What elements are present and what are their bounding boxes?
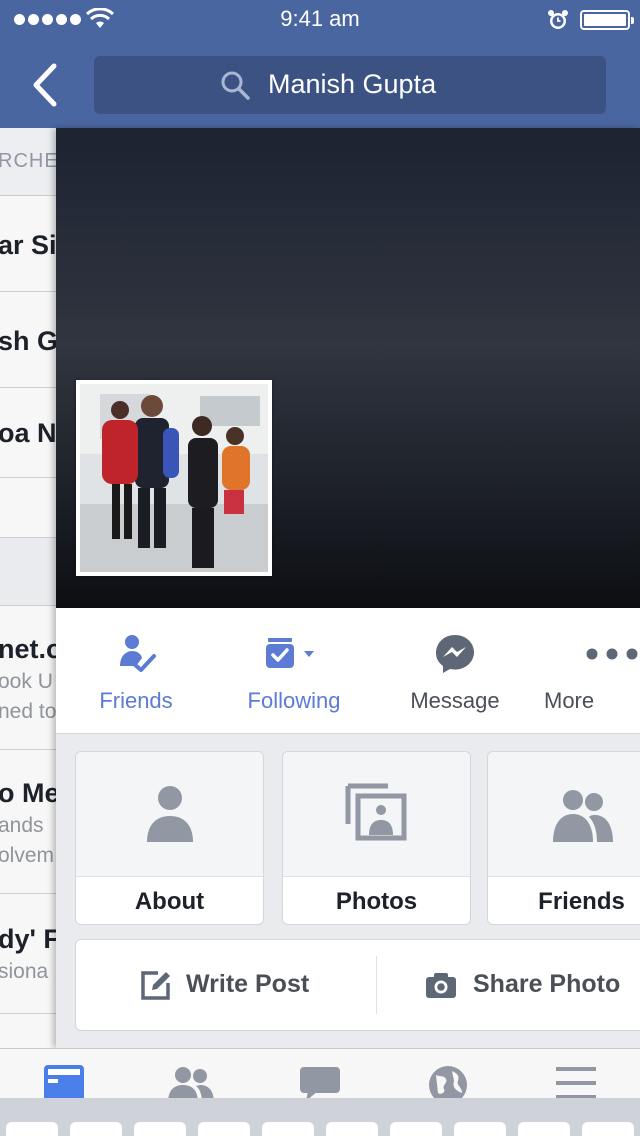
message-action-label: Message [410, 688, 500, 713]
profile-photo-image [80, 384, 268, 572]
keyboard-key[interactable] [518, 1122, 570, 1136]
message-action-button[interactable]: Message [375, 608, 535, 734]
list-item[interactable]: oa Na [0, 388, 56, 478]
search-icon [221, 71, 250, 100]
composer-bar: Write Post Share Photo [75, 939, 640, 1031]
about-card-label: About [134, 888, 205, 915]
news-feed-icon[interactable] [42, 1063, 86, 1098]
list-item[interactable]: sh G [0, 292, 56, 388]
friends-card[interactable]: Friends [487, 751, 640, 925]
list-section-header: RCHE [0, 128, 56, 196]
keyboard-edge [0, 1098, 640, 1136]
search-field[interactable]: Manish Gupta [94, 56, 606, 114]
friends-action-button[interactable]: Friends [56, 608, 216, 734]
status-bar: 9:41 am [0, 0, 640, 40]
keyboard-key[interactable] [262, 1122, 314, 1136]
alarm-clock-icon [548, 10, 568, 29]
more-dots-icon [586, 648, 638, 660]
photos-card-label: Photos [335, 888, 418, 915]
share-photo-label: Share Photo [473, 970, 621, 998]
back-chevron-icon[interactable] [26, 60, 66, 110]
list-item[interactable]: net.o ook U ned to [0, 606, 56, 750]
camera-icon [426, 973, 456, 998]
keyboard-key[interactable] [198, 1122, 250, 1136]
keyboard-key[interactable] [6, 1122, 58, 1136]
write-post-label: Write Post [186, 970, 310, 998]
photos-card[interactable]: Photos [282, 751, 471, 925]
keyboard-key[interactable] [326, 1122, 378, 1136]
top-bar: 9:41 am Manish Gupta [0, 0, 640, 128]
keyboard-key[interactable] [134, 1122, 186, 1136]
keyboard-key[interactable] [70, 1122, 122, 1136]
messages-icon[interactable] [298, 1063, 342, 1098]
more-action-button[interactable]: More [532, 608, 640, 734]
photos-icon [345, 783, 406, 841]
following-icon [266, 638, 314, 668]
search-input[interactable]: Manish Gupta [268, 69, 436, 100]
list-item[interactable] [0, 478, 56, 538]
following-action-button[interactable]: Following [214, 608, 374, 734]
profile-actions-bar: Friends Following Message More [56, 608, 640, 734]
list-item[interactable]: ar Si [0, 196, 56, 292]
person-icon [146, 786, 193, 842]
screen: 9:41 am Manish Gupta RCHE ar Si sh G oa … [0, 0, 640, 1136]
about-card[interactable]: About [75, 751, 264, 925]
friends-icon [552, 790, 613, 842]
keyboard-key[interactable] [454, 1122, 506, 1136]
write-post-button[interactable]: Write Post [76, 940, 376, 1030]
friends-card-label: Friends [538, 888, 625, 915]
list-section-separator [0, 538, 56, 606]
battery-icon [580, 10, 634, 30]
profile-picture[interactable] [76, 380, 272, 576]
friends-action-label: Friends [99, 688, 173, 713]
keyboard-key[interactable] [390, 1122, 442, 1136]
messenger-icon [436, 635, 474, 673]
write-post-icon [141, 971, 170, 1000]
notifications-globe-icon[interactable] [426, 1063, 470, 1098]
friend-requests-icon[interactable] [166, 1063, 216, 1098]
list-item[interactable]: o Me ands olvem [0, 750, 56, 894]
more-action-label: More [544, 688, 595, 713]
status-time: 9:41 am [280, 6, 360, 31]
search-results-list: RCHE ar Si sh G oa Na net.o ook U ned to… [0, 128, 56, 1048]
following-action-label: Following [247, 688, 341, 713]
list-item[interactable]: dy' F siona [0, 894, 56, 1014]
friends-check-icon [120, 635, 156, 672]
profile-panel: Friends Following Message More About Pho… [56, 128, 640, 1048]
menu-icon[interactable] [554, 1063, 598, 1098]
share-photo-button[interactable]: Share Photo [377, 940, 640, 1030]
keyboard-key[interactable] [582, 1122, 634, 1136]
bottom-tab-bar [0, 1048, 640, 1098]
